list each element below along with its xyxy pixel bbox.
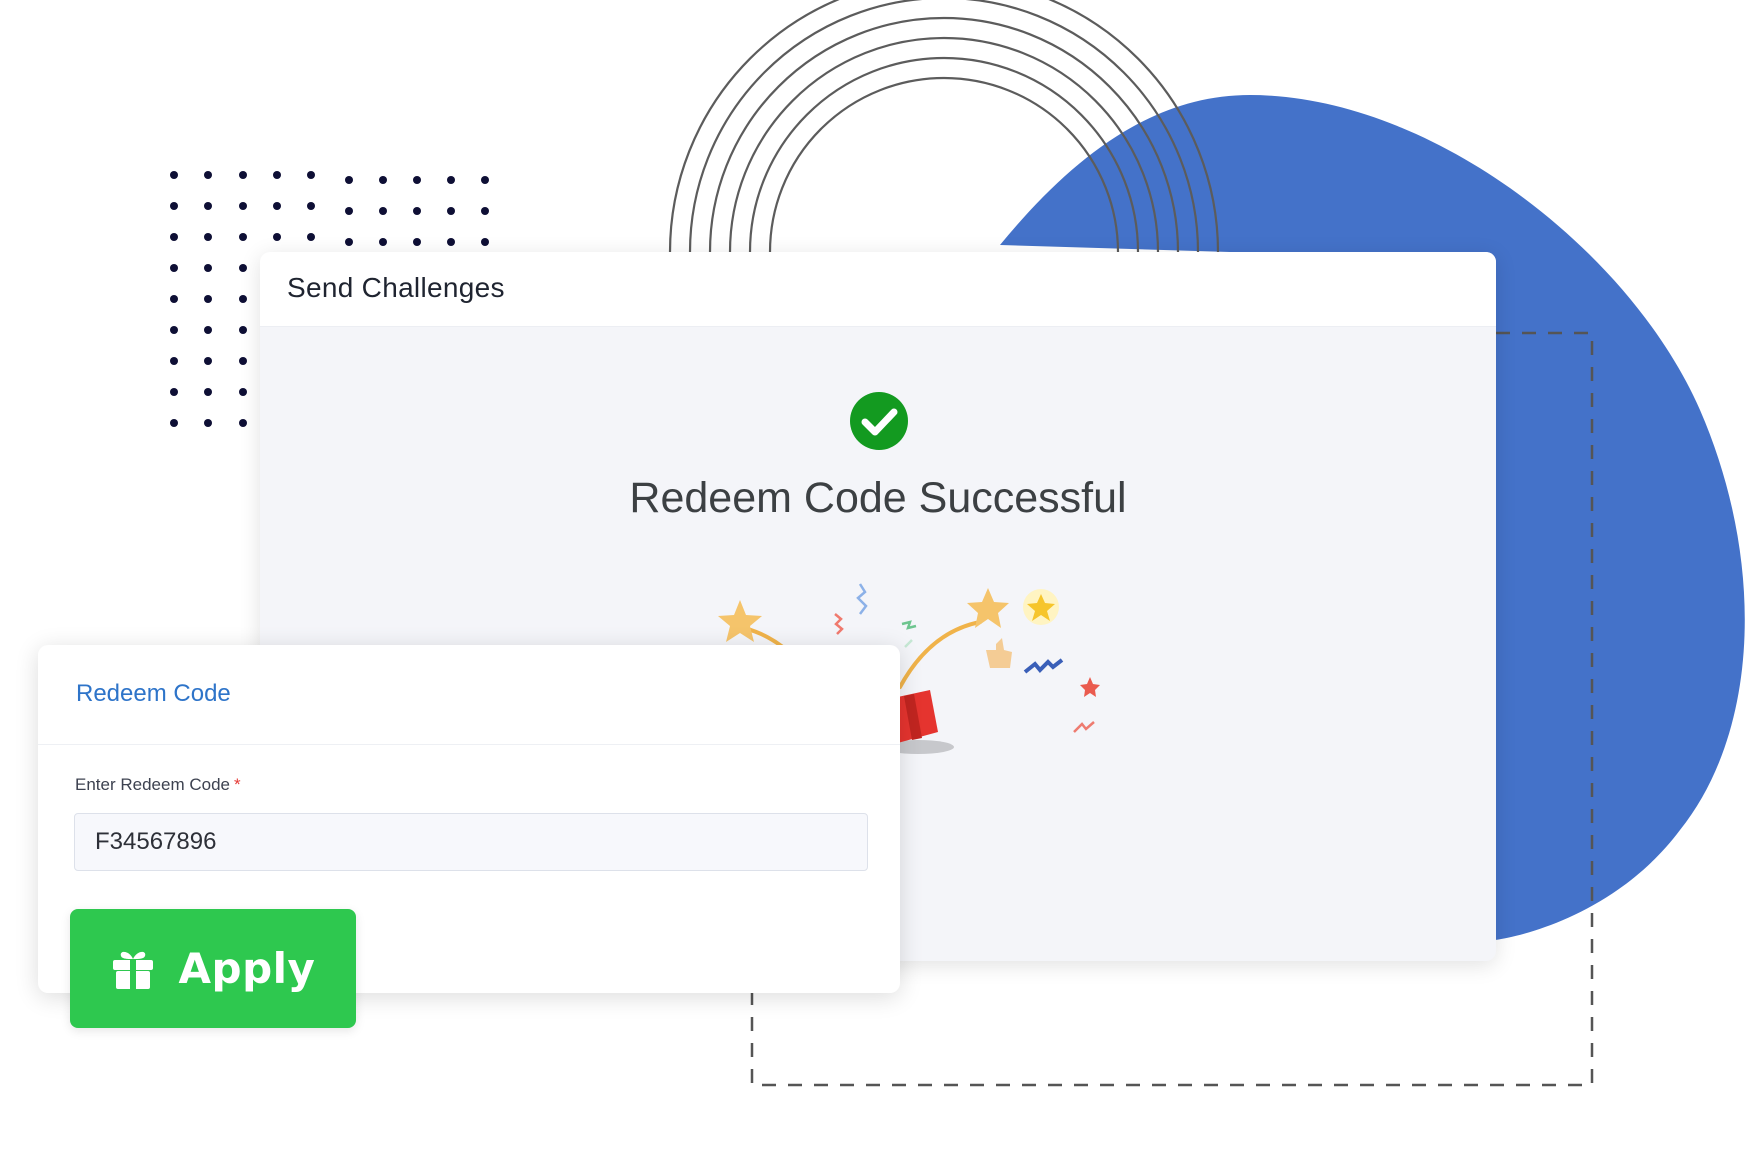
decorative-dot	[239, 295, 247, 303]
decorative-dot	[204, 388, 212, 396]
decorative-dot	[239, 388, 247, 396]
decorative-dot	[204, 264, 212, 272]
redeem-panel-title: Redeem Code	[76, 680, 231, 707]
decorative-dot	[307, 233, 315, 241]
decorative-dot	[447, 238, 455, 246]
success-message: Redeem Code Successful	[629, 474, 1127, 522]
decorative-dot	[170, 233, 178, 241]
decorative-dot	[447, 176, 455, 184]
decorative-dot	[204, 233, 212, 241]
decorative-dot	[204, 295, 212, 303]
decorative-dot	[170, 264, 178, 272]
decorative-dot	[345, 176, 353, 184]
decorative-dot	[170, 388, 178, 396]
decorative-dot	[273, 171, 281, 179]
decorative-dot	[379, 238, 387, 246]
decorative-dot	[273, 202, 281, 210]
decorative-dot	[204, 202, 212, 210]
decorative-dot	[170, 295, 178, 303]
redeem-code-label-text: Enter Redeem Code	[75, 775, 230, 794]
decorative-dot	[345, 238, 353, 246]
decorative-dot	[239, 264, 247, 272]
decorative-dot	[170, 357, 178, 365]
decorative-dot	[239, 326, 247, 334]
apply-button-label: Apply	[178, 944, 316, 993]
decorative-dot	[170, 202, 178, 210]
gift-icon	[112, 951, 153, 989]
decorative-dot	[239, 233, 247, 241]
decorative-dot	[204, 171, 212, 179]
decorative-dot	[204, 357, 212, 365]
decorative-dot	[413, 176, 421, 184]
decorative-dot	[204, 419, 212, 427]
check-circle-icon	[850, 392, 908, 450]
decorative-dot	[204, 326, 212, 334]
decorative-dot	[307, 202, 315, 210]
decorative-dot	[481, 176, 489, 184]
redeem-code-input[interactable]	[74, 813, 868, 871]
decorative-dot	[481, 238, 489, 246]
decorative-dot	[239, 357, 247, 365]
challenge-panel-title: Send Challenges	[287, 272, 505, 303]
decorative-dot	[345, 207, 353, 215]
decorative-dot	[447, 207, 455, 215]
decorative-dot	[239, 202, 247, 210]
decorative-dot	[413, 207, 421, 215]
decorative-dot	[481, 207, 489, 215]
redeem-panel-divider	[38, 744, 900, 745]
decorative-dot	[170, 326, 178, 334]
decorative-dot	[239, 171, 247, 179]
decorative-dot	[239, 419, 247, 427]
decorative-dot	[170, 171, 178, 179]
redeem-code-label: Enter Redeem Code *	[75, 775, 241, 795]
decorative-dot	[307, 171, 315, 179]
decorative-dot	[273, 233, 281, 241]
required-marker: *	[233, 775, 241, 794]
decorative-dot	[379, 176, 387, 184]
decorative-dot	[379, 207, 387, 215]
decorative-dot	[170, 419, 178, 427]
decorative-dot	[413, 238, 421, 246]
apply-button[interactable]: Apply	[70, 909, 356, 1028]
challenge-panel-header: Send Challenges	[260, 252, 1496, 327]
